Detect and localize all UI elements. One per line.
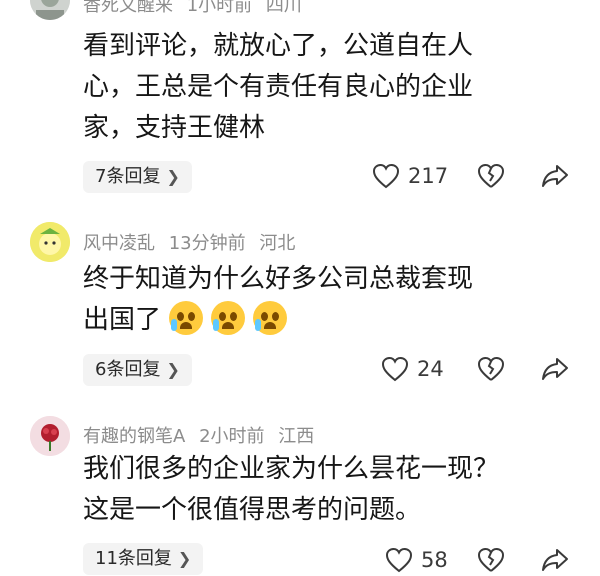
comment-location: 江西	[278, 426, 315, 447]
replies-count: 7条回复	[95, 166, 161, 187]
comment-meta: 有趣的钢笔A 2小时前 江西	[83, 422, 322, 448]
crying-face-emoji	[169, 301, 204, 335]
view-replies-button[interactable]: 11条回复 ❯	[83, 543, 204, 575]
share-arrow-icon	[542, 165, 568, 187]
author-name[interactable]: 有趣的钢笔A	[83, 426, 185, 447]
replies-count: 6条回复	[95, 359, 161, 380]
author-name[interactable]: 香死文醒来	[83, 0, 173, 16]
avatar[interactable]	[30, 416, 70, 456]
comment-meta: 香死文醒来 1小时前 四川	[83, 0, 310, 17]
comment-text: 终于知道为什么好多公司总裁套现 出国了	[83, 259, 583, 341]
like-button[interactable]: 24	[381, 356, 444, 382]
comment-time: 1小时前	[186, 0, 253, 16]
comment-line: 家，支持王健林	[83, 113, 266, 143]
broken-heart-icon	[477, 356, 505, 381]
like-button[interactable]: 217	[372, 163, 448, 189]
heart-outline-icon	[372, 163, 400, 189]
broken-heart-icon	[477, 547, 505, 572]
comment-line: 出国了	[83, 300, 583, 341]
view-replies-button[interactable]: 7条回复 ❯	[83, 161, 192, 193]
comment-line: 心，王总是个有责任有良心的企业	[83, 72, 474, 102]
comment-text: 看到评论，就放心了，公道自在人 心，王总是个有责任有良心的企业 家，支持王健林	[83, 26, 583, 149]
avatar[interactable]	[30, 0, 70, 20]
share-arrow-icon	[542, 358, 568, 380]
comment-line: 我们很多的企业家为什么昙花一现？	[83, 454, 500, 484]
share-button[interactable]	[541, 547, 569, 573]
crying-face-emoji	[253, 301, 288, 335]
comment-meta: 风中凌乱 13分钟前 河北	[83, 229, 303, 255]
like-count: 58	[421, 548, 448, 572]
like-count: 24	[417, 357, 444, 381]
comment-time: 13分钟前	[168, 233, 246, 254]
replies-count: 11条回复	[95, 548, 172, 569]
comment-line: 这是一个很值得思考的问题。	[83, 495, 422, 525]
comment-text: 我们很多的企业家为什么昙花一现？ 这是一个很值得思考的问题。	[83, 449, 583, 531]
author-name[interactable]: 风中凌乱	[83, 233, 155, 254]
like-button[interactable]: 58	[385, 547, 448, 573]
view-replies-button[interactable]: 6条回复 ❯	[83, 354, 192, 386]
comment-line-text: 出国了	[83, 305, 162, 335]
dislike-button[interactable]	[477, 163, 505, 189]
comment-line: 终于知道为什么好多公司总裁套现	[83, 264, 474, 294]
crying-face-emoji	[211, 301, 246, 335]
share-button[interactable]	[541, 356, 569, 382]
comment-location: 四川	[265, 0, 302, 16]
heart-outline-icon	[381, 356, 409, 382]
like-count: 217	[408, 164, 449, 188]
share-arrow-icon	[542, 549, 568, 571]
dislike-button[interactable]	[477, 547, 505, 573]
chevron-right-icon: ❯	[166, 167, 180, 186]
share-button[interactable]	[541, 163, 569, 189]
chevron-right-icon: ❯	[166, 360, 180, 379]
avatar[interactable]	[30, 222, 70, 262]
chevron-right-icon: ❯	[177, 549, 192, 568]
comment-location: 河北	[259, 233, 296, 254]
comment-time: 2小时前	[199, 426, 265, 447]
comment-line: 看到评论，就放心了，公道自在人	[83, 31, 474, 61]
broken-heart-icon	[477, 163, 505, 188]
dislike-button[interactable]	[477, 356, 505, 382]
heart-outline-icon	[385, 547, 413, 573]
